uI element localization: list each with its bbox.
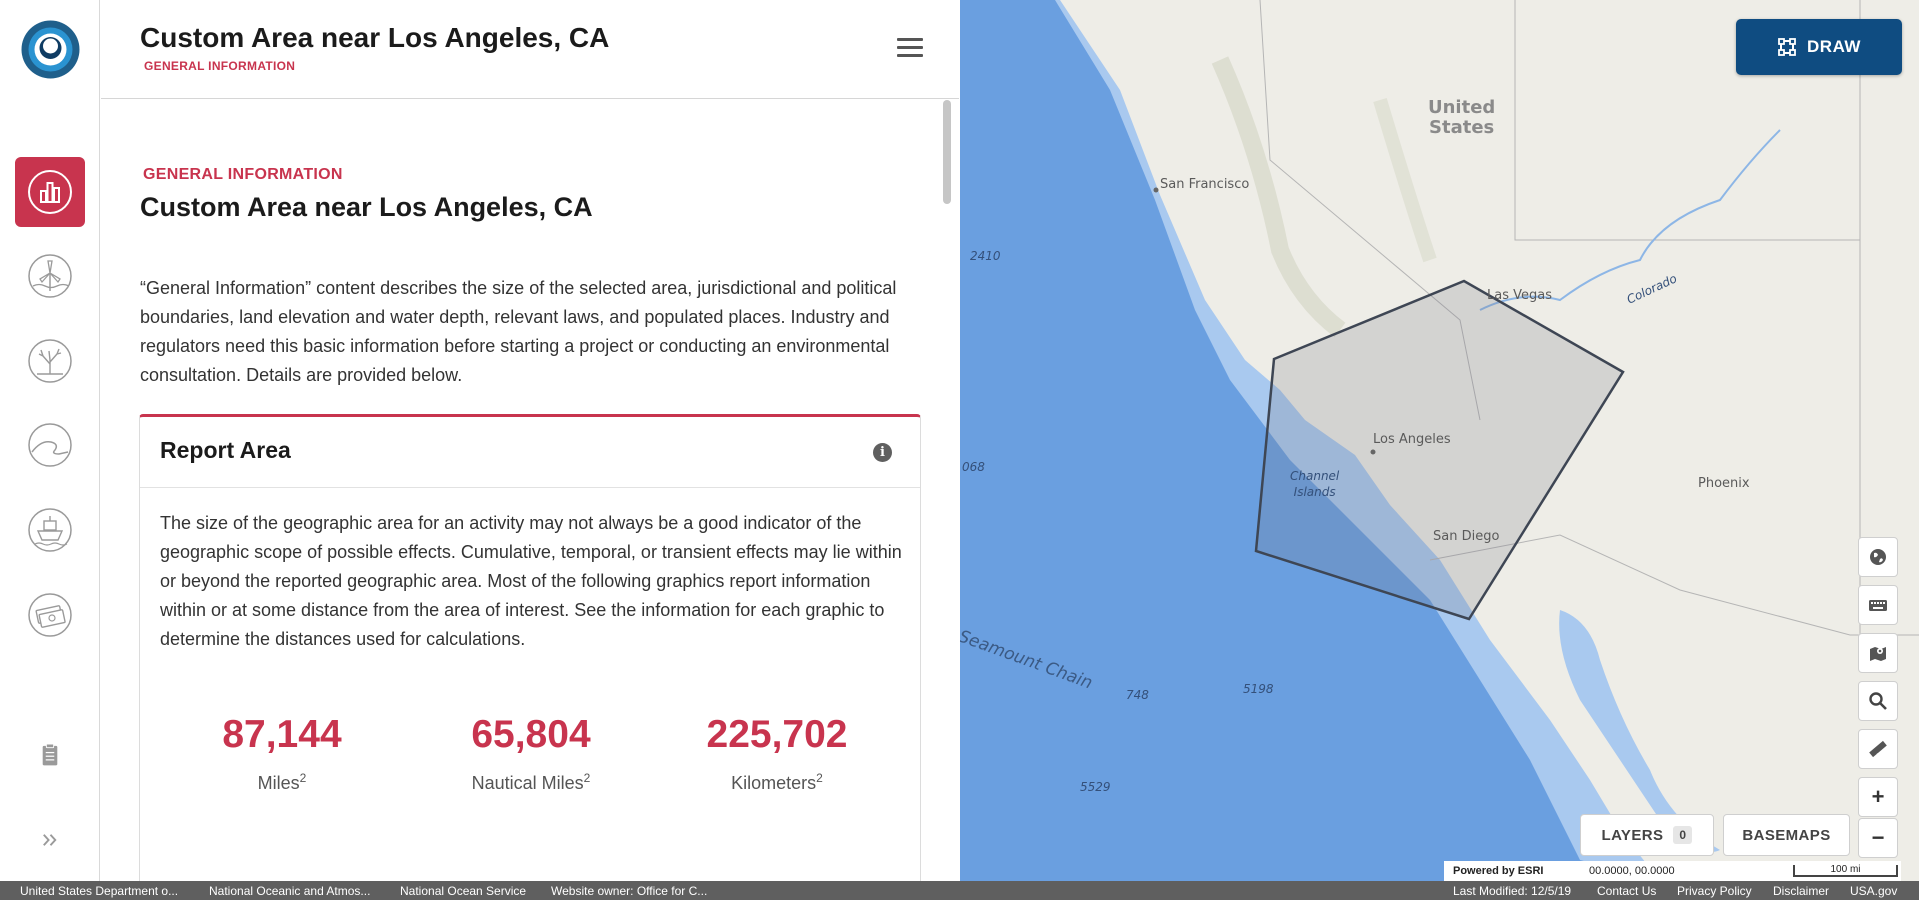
esri-attribution: Powered by ESRI xyxy=(1453,865,1544,877)
zoom-out-button[interactable]: − xyxy=(1858,818,1898,858)
stat-miles: 87,144 Miles2 xyxy=(162,713,402,794)
stat-unit: Miles2 xyxy=(257,771,307,793)
label-depth-068: 068 xyxy=(962,460,985,474)
stat-value: 225,702 xyxy=(706,713,848,756)
section-label: GENERAL INFORMATION xyxy=(143,166,343,183)
basemaps-label: BASEMAPS xyxy=(1742,826,1831,844)
footer-last-modified: Last Modified: 12/5/19 xyxy=(1453,884,1572,898)
label-los-angeles: Los Angeles xyxy=(1373,432,1451,447)
map-view[interactable]: United States San Francisco Las Vegas Col… xyxy=(960,0,1919,881)
bar-chart-icon xyxy=(28,170,72,214)
card-title: Report Area xyxy=(160,437,291,463)
card-header: Report Area i xyxy=(140,417,920,488)
zoom-in-button[interactable]: + xyxy=(1858,777,1898,817)
stat-value: 87,144 xyxy=(222,713,342,756)
rail-economics-button[interactable] xyxy=(15,580,85,650)
label-phoenix: Phoenix xyxy=(1698,476,1750,491)
footer-link-nos[interactable]: National Ocean Service xyxy=(400,884,526,898)
basemaps-button[interactable]: BASEMAPS xyxy=(1723,814,1850,856)
money-icon xyxy=(28,593,72,637)
map-attribution-bar: Powered by ESRI 00.0000, 00.0000 100 mi xyxy=(1444,861,1901,881)
card-description: The size of the geographic area for an a… xyxy=(160,513,902,649)
draw-polygon-icon xyxy=(1778,38,1796,56)
info-icon[interactable]: i xyxy=(873,443,892,462)
search-icon xyxy=(1869,692,1887,710)
keyboard-icon xyxy=(1869,600,1887,611)
label-depth-5198: 5198 xyxy=(1243,682,1274,696)
map-marker-icon xyxy=(1870,647,1886,661)
coral-icon xyxy=(28,339,72,383)
site-footer: United States Department o... National O… xyxy=(0,881,1919,900)
ship-icon xyxy=(28,508,72,552)
label-united-states: United States xyxy=(1428,97,1496,138)
footer-link-doc[interactable]: United States Department o... xyxy=(20,884,178,898)
layers-button[interactable]: LAYERS 0 xyxy=(1580,814,1714,856)
panel-scrollbar[interactable] xyxy=(943,100,951,881)
footer-link-owner[interactable]: Website owner: Office for C... xyxy=(551,884,707,898)
draw-button[interactable]: DRAW xyxy=(1736,19,1902,75)
coordinate-readout: 00.0000, 00.0000 xyxy=(1589,865,1675,877)
wind-turbine-icon xyxy=(28,254,72,298)
stat-unit: Kilometers2 xyxy=(731,771,823,793)
report-subtitle: GENERAL INFORMATION xyxy=(144,59,296,73)
clipboard-icon xyxy=(42,743,58,766)
intro-paragraph: “General Information” content describes … xyxy=(140,278,897,385)
label-depth-2410: 2410 xyxy=(970,249,1001,263)
label-depth-748: 748 xyxy=(1126,688,1149,702)
label-san-francisco: San Francisco xyxy=(1160,177,1250,192)
double-chevron-right-icon xyxy=(43,834,57,846)
stat-unit: Nautical Miles2 xyxy=(471,771,591,793)
label-las-vegas: Las Vegas xyxy=(1487,288,1552,303)
label-channel-islands: Channel Islands xyxy=(1290,469,1340,499)
expand-panel-button[interactable] xyxy=(15,805,85,875)
globe-button[interactable] xyxy=(1858,537,1898,577)
report-button[interactable] xyxy=(15,720,85,790)
footer-link-usagov[interactable]: USA.gov xyxy=(1850,884,1897,898)
wave-icon xyxy=(28,423,72,467)
report-header: Custom Area near Los Angeles, CA GENERAL… xyxy=(101,0,959,99)
label-depth-5529: 5529 xyxy=(1080,780,1111,794)
label-san-diego: San Diego xyxy=(1433,529,1500,544)
report-area-card: Report Area i The size of the geographic… xyxy=(139,414,921,881)
rail-transportation-button[interactable] xyxy=(15,495,85,565)
globe-icon xyxy=(1870,549,1886,565)
rail-energy-button[interactable] xyxy=(15,241,85,311)
rail-hazards-button[interactable] xyxy=(15,410,85,480)
zoom-out-icon: − xyxy=(1871,825,1885,850)
ruler-icon xyxy=(1869,740,1887,758)
section-title: Custom Area near Los Angeles, CA xyxy=(140,192,593,222)
left-navigation-rail xyxy=(0,0,100,881)
rail-ecology-button[interactable] xyxy=(15,326,85,396)
content-panel: GENERAL INFORMATION Custom Area near Los… xyxy=(101,100,959,881)
stat-kilometers: 225,702 Kilometers2 xyxy=(657,713,897,794)
zoom-in-icon: + xyxy=(1871,784,1885,809)
footer-link-disclaimer[interactable]: Disclaimer xyxy=(1773,884,1829,898)
stat-nautical-miles: 65,804 Nautical Miles2 xyxy=(411,713,651,794)
draw-label: DRAW xyxy=(1807,37,1861,56)
keyboard-button[interactable] xyxy=(1858,585,1898,625)
rail-general-information-button[interactable] xyxy=(15,157,85,227)
measure-button[interactable] xyxy=(1858,729,1898,769)
footer-link-privacy[interactable]: Privacy Policy xyxy=(1677,884,1752,898)
area-stats: 87,144 Miles2 65,804 Nautical Miles2 225… xyxy=(140,713,922,813)
footer-link-contact[interactable]: Contact Us xyxy=(1597,884,1656,898)
layers-count-badge: 0 xyxy=(1673,826,1693,844)
app-logo[interactable] xyxy=(20,19,81,80)
search-button[interactable] xyxy=(1858,681,1898,721)
scale-bar: 100 mi xyxy=(1793,865,1898,877)
layers-label: LAYERS xyxy=(1601,826,1664,844)
stat-value: 65,804 xyxy=(471,713,591,756)
menu-hamburger-icon[interactable] xyxy=(897,38,923,60)
footer-link-noaa[interactable]: National Oceanic and Atmos... xyxy=(209,884,370,898)
report-title: Custom Area near Los Angeles, CA xyxy=(140,22,610,53)
map-marker-button[interactable] xyxy=(1858,633,1898,673)
